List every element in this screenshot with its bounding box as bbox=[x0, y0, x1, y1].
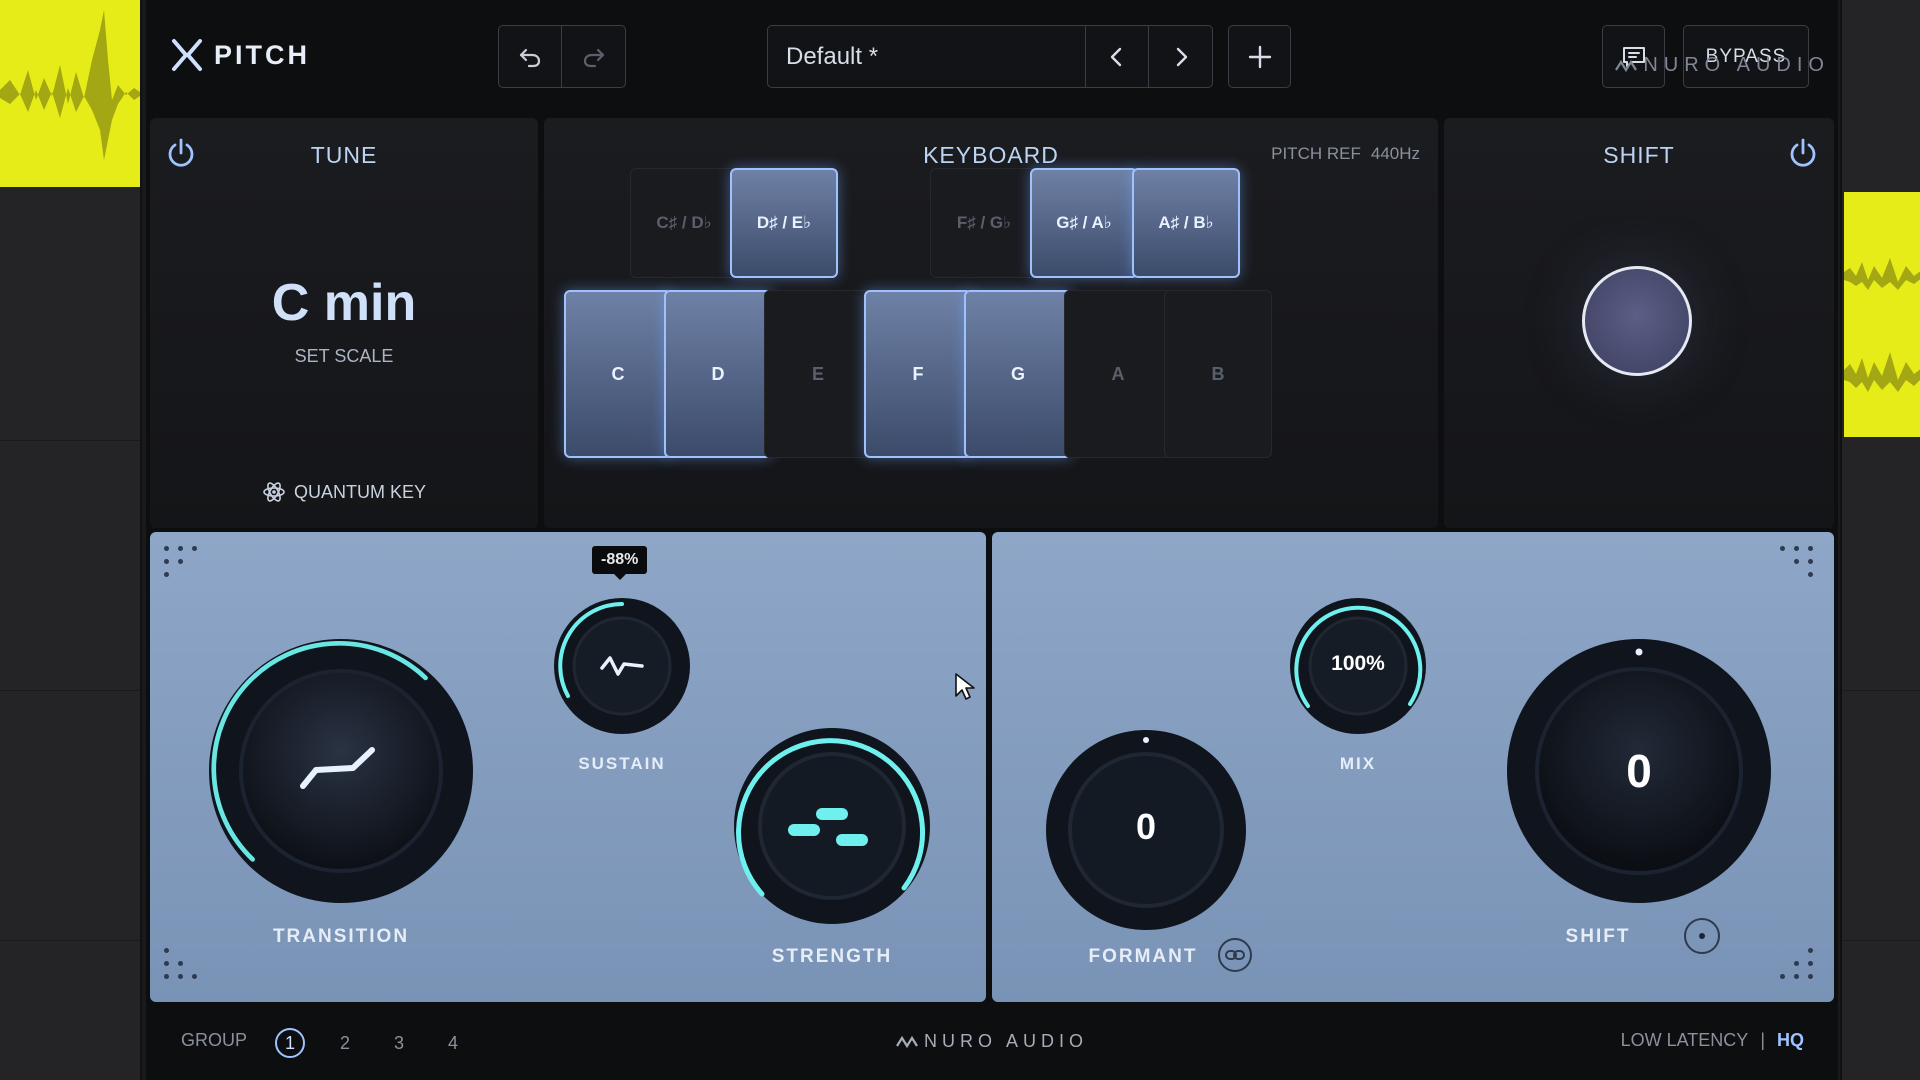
pitch-ref-value: 440Hz bbox=[1370, 144, 1420, 163]
transition-knob-graphic bbox=[209, 639, 473, 903]
daw-track-lane-right bbox=[1840, 0, 1920, 1080]
tune-title: TUNE bbox=[310, 142, 378, 168]
previous-preset-button[interactable] bbox=[1086, 26, 1149, 87]
add-preset-button[interactable] bbox=[1228, 25, 1291, 88]
nuro-audio-logo-icon bbox=[1615, 59, 1638, 72]
strength-knob-graphic bbox=[734, 728, 930, 924]
key-white-b[interactable]: B bbox=[1164, 290, 1272, 458]
drag-handle-top-right[interactable] bbox=[1780, 546, 1820, 586]
preset-name-field[interactable]: Default * bbox=[768, 26, 1086, 87]
key-white-f[interactable]: F bbox=[864, 290, 972, 458]
app-name: PITCH bbox=[214, 39, 310, 70]
key-white-d[interactable]: D bbox=[664, 290, 772, 458]
strength-label: STRENGTH bbox=[771, 946, 893, 967]
audio-clip-left[interactable] bbox=[0, 0, 140, 187]
redo-button[interactable] bbox=[562, 26, 625, 87]
sustain-knob[interactable] bbox=[552, 596, 692, 736]
scale-value[interactable]: C min bbox=[150, 273, 538, 333]
shift-xy-pad-handle[interactable] bbox=[1582, 266, 1692, 376]
shift-value: 0 bbox=[1626, 745, 1652, 797]
strength-knob[interactable] bbox=[732, 726, 932, 926]
shift-label: SHIFT bbox=[1565, 926, 1631, 947]
formant-link-button[interactable] bbox=[1218, 938, 1252, 972]
mix-label: MIX bbox=[1339, 754, 1377, 773]
key-white-c[interactable]: C bbox=[564, 290, 672, 458]
tune-controls-panel: TRANSITION -88% SUSTAIN STRENGTH bbox=[150, 532, 986, 1002]
shift-snap-button[interactable] bbox=[1684, 918, 1720, 954]
drag-handle-bottom-left[interactable] bbox=[164, 948, 204, 988]
key-black-1[interactable]: D♯ / E♭ bbox=[730, 168, 838, 278]
quality-selector: LOW LATENCY | HQ bbox=[1621, 1030, 1804, 1051]
key-black-3[interactable]: G♯ / A♭ bbox=[1030, 168, 1138, 278]
set-scale-label[interactable]: SET SCALE bbox=[150, 346, 538, 367]
key-white-g[interactable]: G bbox=[964, 290, 1072, 458]
key-black-4[interactable]: A♯ / B♭ bbox=[1132, 168, 1240, 278]
pitch-ref-label: PITCH REF bbox=[1271, 144, 1361, 163]
shift-knob[interactable]: 0 bbox=[1504, 636, 1774, 906]
plugin-footer: GROUP 1 2 3 4 NURO AUDIO LOW LATENCY | H… bbox=[146, 1008, 1838, 1080]
formant-value: 0 bbox=[1135, 806, 1157, 847]
nuro-audio-logo-icon bbox=[896, 1035, 918, 1048]
link-icon bbox=[1225, 950, 1245, 960]
hq-option[interactable]: HQ bbox=[1777, 1030, 1804, 1051]
brand-footer: NURO AUDIO bbox=[146, 1031, 1838, 1052]
undo-button[interactable] bbox=[499, 26, 562, 87]
pitch-logo-icon bbox=[172, 39, 202, 71]
shift-power-icon[interactable] bbox=[1786, 136, 1820, 170]
key-black-0[interactable]: C♯ / D♭ bbox=[630, 168, 738, 278]
brand-header: NURO AUDIO bbox=[1615, 54, 1830, 77]
sustain-label: SUSTAIN bbox=[578, 754, 666, 773]
transition-knob[interactable] bbox=[206, 636, 476, 906]
next-preset-button[interactable] bbox=[1149, 26, 1212, 87]
sustain-value-tooltip: -88% bbox=[592, 546, 648, 580]
key-black-2[interactable]: F♯ / G♭ bbox=[930, 168, 1038, 278]
shift-panel: SHIFT bbox=[1444, 118, 1834, 528]
quantum-key-label: QUANTUM KEY bbox=[293, 481, 426, 502]
quantum-key-button[interactable]: QUANTUM KEY bbox=[150, 480, 538, 504]
transition-label: TRANSITION bbox=[272, 926, 410, 947]
keyboard-panel: KEYBOARD PITCH REF 440Hz C♯ / D♭ D♯ / E♭ F♯… bbox=[544, 118, 1438, 528]
strength-bars-icon bbox=[816, 808, 848, 820]
undo-icon bbox=[519, 48, 541, 67]
formant-label: FORMANT bbox=[1088, 946, 1198, 967]
app-logo: PITCH bbox=[170, 38, 310, 72]
daw-track-lane-left bbox=[0, 0, 142, 1080]
plus-icon bbox=[1248, 45, 1271, 68]
mix-value: 100% bbox=[1331, 652, 1385, 675]
key-white-e[interactable]: E bbox=[764, 290, 872, 458]
pitch-ref-control[interactable]: PITCH REF 440Hz bbox=[1271, 144, 1420, 164]
undo-redo-group bbox=[498, 25, 626, 88]
pitch-plugin-window: PITCH Default * BYPASS NURO AUDIO TUNE C… bbox=[146, 0, 1838, 1080]
quality-separator: | bbox=[1760, 1030, 1765, 1050]
key-white-a[interactable]: A bbox=[1064, 290, 1172, 458]
tune-panel: TUNE C min SET SCALE QUANTUM KEY bbox=[150, 118, 538, 528]
low-latency-option[interactable]: LOW LATENCY bbox=[1621, 1030, 1749, 1051]
atom-icon bbox=[263, 482, 285, 502]
drag-handle-bottom-right[interactable] bbox=[1780, 948, 1820, 988]
redo-icon bbox=[583, 48, 604, 67]
mix-knob[interactable]: 100% bbox=[1288, 596, 1428, 736]
chevron-right-icon bbox=[1176, 47, 1187, 66]
shift-controls-panel: 0 FORMANT 100% MIX 0 SHIFT bbox=[992, 532, 1834, 1002]
shift-title: SHIFT bbox=[1603, 142, 1675, 168]
mouse-cursor-icon bbox=[955, 673, 975, 700]
audio-clip-right[interactable] bbox=[1844, 192, 1920, 437]
brand-name: NURO AUDIO bbox=[1643, 54, 1830, 76]
chevron-left-icon bbox=[1110, 47, 1122, 66]
preset-selector: Default * bbox=[767, 25, 1213, 88]
footer-brand-name: NURO AUDIO bbox=[923, 1031, 1088, 1051]
sustain-knob-graphic bbox=[554, 598, 690, 734]
drag-handle-top-left[interactable] bbox=[164, 546, 204, 586]
plugin-header: PITCH Default * BYPASS NURO AUDIO bbox=[146, 0, 1838, 112]
formant-knob[interactable]: 0 bbox=[1044, 728, 1248, 932]
